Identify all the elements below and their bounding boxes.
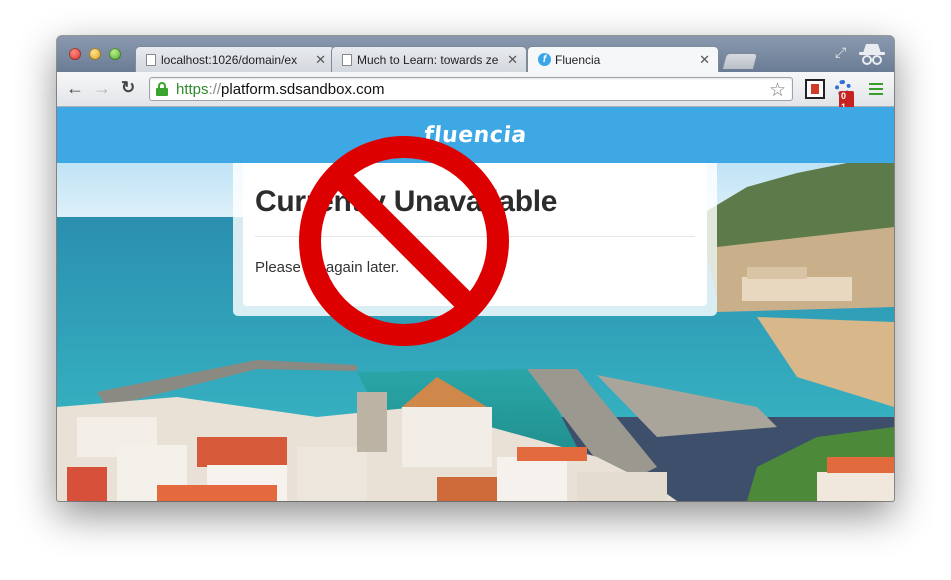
tab-localhost[interactable]: localhost:1026/domain/ex ✕: [135, 46, 335, 72]
tab-title: Much to Learn: towards ze: [357, 52, 499, 67]
browser-toolbar: ← → ↻ https :// platform.sdsandbox.com ☆…: [57, 72, 894, 113]
extension-icon[interactable]: [805, 79, 825, 99]
close-window-button[interactable]: [69, 48, 81, 60]
new-tab-button[interactable]: [721, 53, 759, 69]
star-icon[interactable]: ☆: [769, 79, 786, 102]
incognito-icon: [859, 44, 885, 65]
tab-strip: localhost:1026/domain/ex ✕ Much to Learn…: [57, 36, 894, 72]
tab-close-icon[interactable]: ✕: [315, 52, 326, 68]
url-host: platform.sdsandbox.com: [221, 80, 385, 98]
tab-close-icon[interactable]: ✕: [699, 52, 710, 68]
tab-title: Fluencia: [555, 52, 601, 67]
minimize-window-button[interactable]: [89, 48, 101, 60]
back-arrow-icon[interactable]: ←: [66, 78, 84, 98]
zoom-window-button[interactable]: [109, 48, 121, 60]
lock-icon: [156, 82, 168, 96]
tab-much-to-learn[interactable]: Much to Learn: towards ze ✕: [331, 46, 527, 72]
url-scheme: https: [176, 80, 209, 98]
page-icon: [146, 53, 156, 66]
tab-close-icon[interactable]: ✕: [507, 52, 518, 68]
page-viewport: fluencia Currently Unavailable Please tr…: [57, 107, 894, 501]
reload-icon[interactable]: ↻: [121, 78, 135, 98]
fullscreen-icon[interactable]: ⤢: [835, 44, 846, 61]
prohibited-sign-icon: [299, 136, 509, 346]
browser-window: localhost:1026/domain/ex ✕ Much to Learn…: [57, 36, 894, 501]
url-separator: ://: [208, 80, 222, 98]
tab-fluencia[interactable]: f Fluencia ✕: [527, 46, 719, 72]
tab-title: localhost:1026/domain/ex: [161, 52, 298, 67]
menu-icon[interactable]: [869, 83, 883, 95]
extension-gear-icon[interactable]: 0 1: [834, 79, 854, 113]
forward-arrow-icon[interactable]: →: [93, 78, 111, 98]
fluencia-favicon-icon: f: [538, 53, 551, 66]
page-icon: [342, 53, 352, 66]
address-bar[interactable]: https :// platform.sdsandbox.com ☆: [149, 77, 793, 101]
